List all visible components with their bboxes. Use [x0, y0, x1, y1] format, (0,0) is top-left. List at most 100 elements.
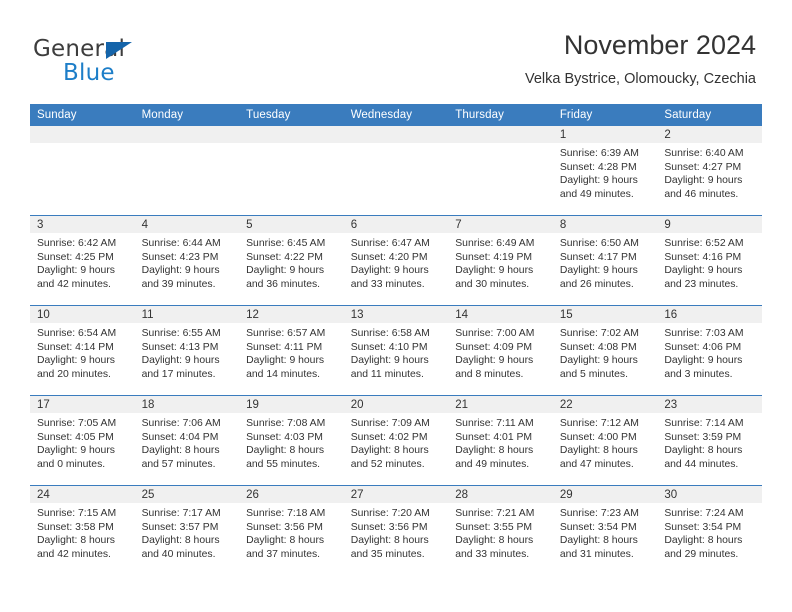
day-number: 7 — [448, 216, 553, 233]
location-subtitle: Velka Bystrice, Olomoucky, Czechia — [524, 71, 756, 87]
day-detail-line: Sunrise: 7:18 AM — [246, 508, 326, 519]
day-detail-line: Sunset: 4:11 PM — [246, 341, 323, 353]
day-detail-line: Sunset: 4:03 PM — [246, 431, 323, 443]
calendar-day-cell[interactable]: 1 Sunrise: 6:39 AM Sunset: 4:28 PM Daylight… — [552, 126, 658, 216]
day-detail-line: Daylight: 8 hours — [37, 535, 115, 547]
calendar-week-row: 1 Sunrise: 6:39 AM Sunset: 4:28 PM Daylight… — [30, 126, 762, 216]
day-detail-line: and 49 minutes. — [455, 458, 530, 470]
calendar-body: 1 Sunrise: 6:39 AM Sunset: 4:28 PM Daylight… — [30, 126, 762, 575]
day-number — [30, 126, 135, 143]
calendar-day-cell[interactable]: 4 Sunrise: 6:44 AM Sunset: 4:23 PM Daylight… — [134, 215, 240, 306]
day-detail-line: Sunset: 4:04 PM — [141, 431, 219, 443]
day-details: Sunrise: 6:54 AM Sunset: 4:14 PM Daylight:… — [30, 323, 135, 381]
day-details: Sunrise: 7:15 AM Sunset: 3:58 PM Daylight:… — [30, 503, 135, 561]
day-details: Sunrise: 7:03 AM Sunset: 4:06 PM Daylight:… — [657, 323, 762, 381]
day-detail-line: and 11 minutes. — [350, 368, 424, 380]
day-number: 12 — [239, 306, 344, 323]
day-number: 28 — [448, 486, 553, 503]
day-detail-line: Sunrise: 7:05 AM — [37, 418, 117, 429]
day-number: 21 — [448, 396, 553, 413]
day-details: Sunrise: 6:58 AM Sunset: 4:10 PM Daylight:… — [344, 323, 449, 381]
day-detail-line: Daylight: 8 hours — [455, 445, 534, 457]
day-details: Sunrise: 7:24 AM Sunset: 3:54 PM Daylight:… — [657, 503, 762, 561]
day-detail-line: and 3 minutes. — [664, 368, 733, 380]
day-details: Sunrise: 6:40 AM Sunset: 4:27 PM Daylight:… — [657, 143, 762, 201]
calendar-day-cell[interactable]: 11 Sunrise: 6:55 AM Sunset: 4:13 PM Dayligh… — [134, 305, 240, 396]
calendar-day-cell[interactable]: 27 Sunrise: 7:20 AM Sunset: 3:56 PM Dayligh… — [343, 485, 449, 575]
calendar-day-cell[interactable]: 21 Sunrise: 7:11 AM Sunset: 4:01 PM Dayligh… — [448, 395, 553, 486]
calendar-day-cell[interactable]: 24 Sunrise: 7:15 AM Sunset: 3:58 PM Dayligh… — [30, 485, 135, 575]
title-block: November 2024 Velka Bystrice, Olomoucky,… — [525, 28, 756, 90]
day-details: Sunrise: 6:45 AM Sunset: 4:22 PM Daylight:… — [239, 233, 344, 291]
day-detail-line: Sunrise: 6:39 AM — [559, 148, 639, 159]
calendar-day-cell-empty — [134, 126, 240, 216]
day-detail-line: Sunset: 4:14 PM — [37, 341, 114, 353]
day-detail-line: Sunset: 3:59 PM — [664, 431, 742, 443]
day-details: Sunrise: 7:06 AM Sunset: 4:04 PM Daylight:… — [135, 413, 240, 471]
day-details: Sunrise: 7:20 AM Sunset: 3:56 PM Daylight:… — [344, 503, 449, 561]
day-detail-line: Sunrise: 7:14 AM — [664, 418, 744, 429]
day-details: Sunrise: 7:11 AM Sunset: 4:01 PM Daylight:… — [448, 413, 553, 471]
calendar-day-cell[interactable]: 7 Sunrise: 6:49 AM Sunset: 4:19 PM Daylight… — [448, 215, 553, 306]
day-number: 14 — [448, 306, 553, 323]
day-number: 8 — [552, 216, 658, 233]
day-detail-line: Sunset: 3:55 PM — [455, 521, 533, 533]
calendar-day-cell[interactable]: 23 Sunrise: 7:14 AM Sunset: 3:59 PM Dayligh… — [657, 395, 762, 486]
day-detail-line: and 31 minutes. — [559, 548, 634, 560]
day-details — [135, 143, 240, 147]
calendar-day-cell[interactable]: 10 Sunrise: 6:54 AM Sunset: 4:14 PM Dayligh… — [30, 305, 135, 396]
day-detail-line: and 0 minutes. — [37, 458, 106, 470]
calendar-day-cell[interactable]: 16 Sunrise: 7:03 AM Sunset: 4:06 PM Dayligh… — [657, 305, 762, 396]
day-detail-line: Sunrise: 6:50 AM — [559, 238, 639, 249]
calendar-day-cell[interactable]: 12 Sunrise: 6:57 AM Sunset: 4:11 PM Dayligh… — [239, 305, 344, 396]
day-detail-line: Daylight: 8 hours — [350, 445, 429, 457]
weekday-header-thursday: Thursday — [448, 104, 553, 126]
day-detail-line: Daylight: 8 hours — [455, 535, 534, 547]
calendar-day-cell[interactable]: 19 Sunrise: 7:08 AM Sunset: 4:03 PM Dayligh… — [239, 395, 344, 486]
day-details: Sunrise: 7:00 AM Sunset: 4:09 PM Daylight:… — [448, 323, 553, 381]
day-number: 5 — [239, 216, 344, 233]
calendar-day-cell[interactable]: 3 Sunrise: 6:42 AM Sunset: 4:25 PM Daylight… — [30, 215, 135, 306]
calendar-day-cell[interactable]: 2 Sunrise: 6:40 AM Sunset: 4:27 PM Daylight… — [657, 126, 762, 216]
day-detail-line: Sunrise: 6:58 AM — [350, 328, 430, 339]
calendar-day-cell[interactable]: 6 Sunrise: 6:47 AM Sunset: 4:20 PM Daylight… — [343, 215, 449, 306]
calendar-day-cell[interactable]: 18 Sunrise: 7:06 AM Sunset: 4:04 PM Dayligh… — [134, 395, 240, 486]
day-detail-line: Daylight: 9 hours — [246, 355, 325, 367]
calendar-day-cell[interactable]: 22 Sunrise: 7:12 AM Sunset: 4:00 PM Dayligh… — [552, 395, 658, 486]
day-details: Sunrise: 6:57 AM Sunset: 4:11 PM Daylight:… — [239, 323, 344, 381]
day-number — [343, 126, 449, 143]
day-number: 6 — [343, 216, 449, 233]
calendar-day-cell[interactable]: 9 Sunrise: 6:52 AM Sunset: 4:16 PM Daylight… — [657, 215, 762, 306]
day-detail-line: and 42 minutes. — [37, 278, 111, 290]
logo-triangle-icon — [106, 42, 132, 59]
day-details: Sunrise: 7:21 AM Sunset: 3:55 PM Daylight:… — [448, 503, 553, 561]
day-detail-line: Daylight: 8 hours — [141, 535, 220, 547]
calendar-day-cell[interactable]: 13 Sunrise: 6:58 AM Sunset: 4:10 PM Dayligh… — [343, 305, 449, 396]
day-detail-line: Daylight: 8 hours — [141, 445, 220, 457]
calendar-day-cell[interactable]: 29 Sunrise: 7:23 AM Sunset: 3:54 PM Dayligh… — [552, 485, 658, 575]
day-number: 9 — [657, 216, 762, 233]
calendar-day-cell[interactable]: 17 Sunrise: 7:05 AM Sunset: 4:05 PM Dayligh… — [30, 395, 135, 486]
day-details — [448, 143, 553, 147]
day-number: 29 — [552, 486, 658, 503]
calendar-day-cell[interactable]: 30 Sunrise: 7:24 AM Sunset: 3:54 PM Dayligh… — [657, 485, 762, 575]
calendar-day-cell[interactable]: 25 Sunrise: 7:17 AM Sunset: 3:57 PM Dayligh… — [134, 485, 240, 575]
day-number: 24 — [30, 486, 135, 503]
calendar-day-cell[interactable]: 20 Sunrise: 7:09 AM Sunset: 4:02 PM Dayligh… — [343, 395, 449, 486]
calendar-day-cell[interactable]: 15 Sunrise: 7:02 AM Sunset: 4:08 PM Dayligh… — [552, 305, 658, 396]
day-detail-line: Sunrise: 6:42 AM — [37, 238, 117, 249]
calendar-day-cell[interactable]: 14 Sunrise: 7:00 AM Sunset: 4:09 PM Dayligh… — [448, 305, 553, 396]
day-detail-line: Sunrise: 7:03 AM — [664, 328, 744, 339]
calendar-day-cell[interactable]: 28 Sunrise: 7:21 AM Sunset: 3:55 PM Dayligh… — [448, 485, 553, 575]
weekday-header-saturday: Saturday — [657, 104, 762, 126]
calendar-day-cell[interactable]: 26 Sunrise: 7:18 AM Sunset: 3:56 PM Dayligh… — [239, 485, 344, 575]
calendar-day-cell[interactable]: 5 Sunrise: 6:45 AM Sunset: 4:22 PM Daylight… — [239, 215, 344, 306]
day-detail-line: and 36 minutes. — [246, 278, 321, 290]
day-detail-line: and 37 minutes. — [246, 548, 321, 560]
day-detail-line: and 40 minutes. — [141, 548, 216, 560]
calendar-day-cell[interactable]: 8 Sunrise: 6:50 AM Sunset: 4:17 PM Daylight… — [552, 215, 658, 306]
day-details: Sunrise: 6:42 AM Sunset: 4:25 PM Daylight:… — [30, 233, 135, 291]
day-detail-line: Daylight: 9 hours — [664, 265, 743, 277]
day-detail-line: Sunset: 4:13 PM — [141, 341, 219, 353]
day-details: Sunrise: 6:50 AM Sunset: 4:17 PM Daylight:… — [553, 233, 658, 291]
